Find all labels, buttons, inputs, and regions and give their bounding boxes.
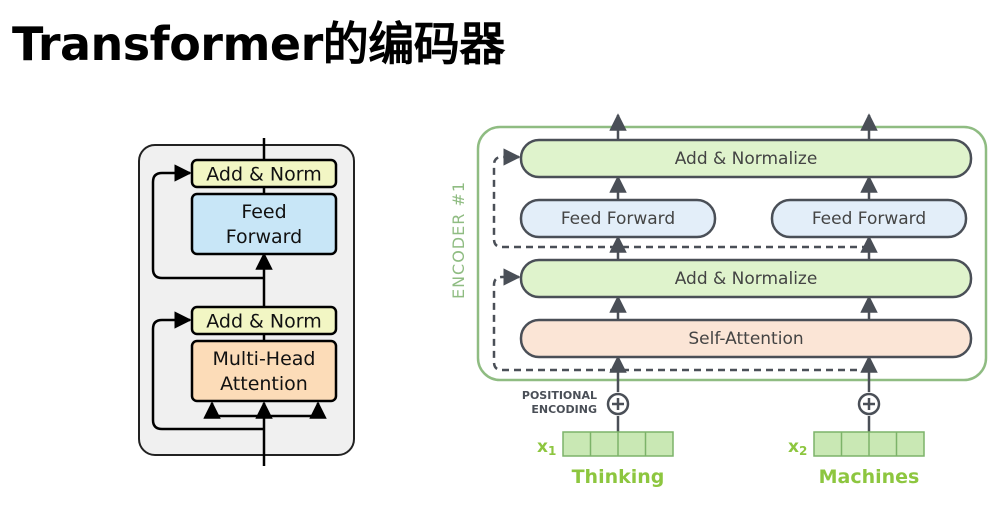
word-thinking: Thinking <box>572 466 665 488</box>
positional-label-2: ENCODING <box>531 403 597 416</box>
add-normalize-bottom-label: Add & Normalize <box>675 269 818 289</box>
plus-icon-1 <box>606 392 630 416</box>
add-norm-top-label: Add & Norm <box>206 164 322 186</box>
feed-forward-box-1: Feed Forward <box>519 198 717 239</box>
feed-forward-box: Feed Forward <box>190 192 338 256</box>
add-normalize-top-label: Add & Normalize <box>675 149 818 169</box>
feed-forward-1-label: Feed Forward <box>561 209 675 229</box>
feed-forward-label-2: Forward <box>226 226 302 248</box>
self-attention-label: Self-Attention <box>688 329 803 349</box>
feed-forward-2-label: Feed Forward <box>812 209 926 229</box>
attention-label-1: Multi-Head <box>213 348 316 370</box>
word-machines: Machines <box>819 466 920 488</box>
encoder-container <box>138 144 355 456</box>
x2-label: x2 <box>788 437 807 458</box>
add-normalize-bottom-box: Add & Normalize <box>519 258 973 299</box>
embedding-vector-2 <box>813 431 925 457</box>
encoder-diagrams: Add & Norm Feed Forward Add & Norm Multi… <box>138 113 988 488</box>
plus-icon-2 <box>857 392 881 416</box>
add-norm-bottom-box: Add & Norm <box>190 305 338 336</box>
positional-label-1: POSITIONAL <box>522 389 597 402</box>
self-attention-box: Self-Attention <box>519 318 973 359</box>
attention-label-2: Attention <box>220 373 308 395</box>
embedding-vector-1 <box>562 431 674 457</box>
left-encoder-block: Add & Norm Feed Forward Add & Norm Multi… <box>138 138 355 466</box>
add-norm-bottom-label: Add & Norm <box>206 311 322 333</box>
feed-forward-box-2: Feed Forward <box>770 198 968 239</box>
encoder-1-label: ENCODER #1 <box>449 181 468 299</box>
right-encoder-block: ENCODER #1 Add & Normalize Feed Forward <box>449 113 988 488</box>
add-norm-top-box: Add & Norm <box>190 158 338 189</box>
multi-head-attention-box: Multi-Head Attention <box>190 339 338 403</box>
x1-label: x1 <box>537 437 556 458</box>
feed-forward-label-1: Feed <box>241 201 286 223</box>
add-normalize-top-box: Add & Normalize <box>519 138 973 179</box>
